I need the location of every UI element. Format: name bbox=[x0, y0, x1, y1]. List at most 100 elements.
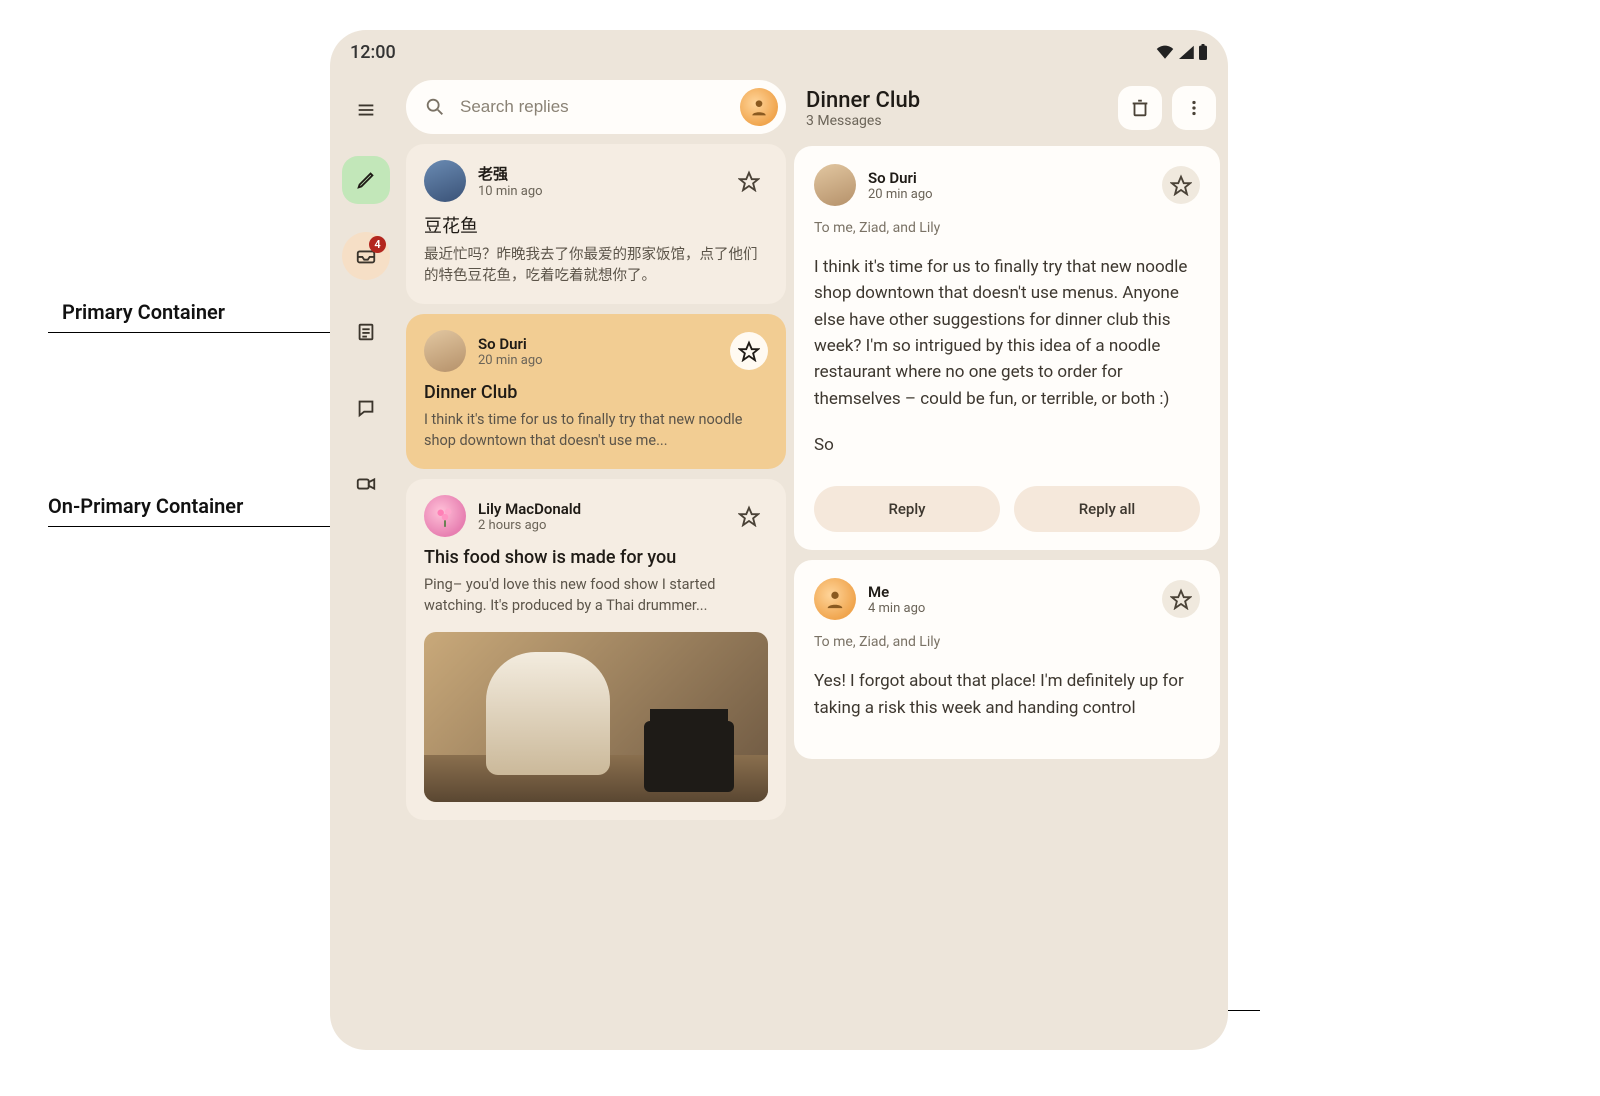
email-subject: 豆花鱼 bbox=[424, 212, 768, 238]
message-head: Me 4 min ago bbox=[814, 578, 1200, 620]
email-card-selected[interactable]: So Duri 20 min ago Dinner Club I think i… bbox=[406, 314, 786, 469]
email-head: 老强 10 min ago bbox=[424, 160, 768, 202]
star-icon bbox=[1170, 174, 1192, 196]
star-button[interactable] bbox=[730, 497, 768, 535]
sender-block: So Duri 20 min ago bbox=[478, 335, 718, 368]
reply-row: Reply Reply all bbox=[814, 486, 1200, 532]
star-icon bbox=[738, 170, 760, 192]
star-icon bbox=[1170, 588, 1192, 610]
message-card: Me 4 min ago To me, Ziad, and Lily Yes! … bbox=[794, 560, 1220, 759]
detail-header: Dinner Club 3 Messages bbox=[794, 80, 1220, 136]
message-time: 4 min ago bbox=[868, 601, 1150, 616]
annotation-primary: Primary Container bbox=[62, 300, 225, 324]
thread-subtitle: 3 Messages bbox=[806, 113, 1108, 129]
email-time: 2 hours ago bbox=[478, 518, 718, 533]
thread-title: Dinner Club bbox=[806, 88, 1108, 113]
app-body: 4 bbox=[330, 74, 1228, 1050]
email-preview: I think it's time for us to finally try … bbox=[424, 409, 768, 451]
star-button[interactable] bbox=[730, 162, 768, 200]
menu-button[interactable] bbox=[342, 92, 390, 128]
document-icon bbox=[355, 321, 377, 343]
scene-person bbox=[486, 652, 610, 774]
pencil-icon bbox=[355, 169, 377, 191]
status-time: 12:00 bbox=[350, 42, 396, 63]
nav-chat-button[interactable] bbox=[342, 384, 390, 432]
message-time: 20 min ago bbox=[868, 187, 1150, 202]
message-body: I think it's time for us to finally try … bbox=[814, 254, 1200, 478]
message-sender: Me bbox=[868, 583, 1150, 601]
star-button[interactable] bbox=[1162, 166, 1200, 204]
sender-name: So Duri bbox=[478, 335, 718, 353]
email-head: So Duri 20 min ago bbox=[424, 330, 768, 372]
chat-icon bbox=[355, 397, 377, 419]
profile-avatar[interactable] bbox=[740, 88, 778, 126]
person-icon bbox=[749, 97, 769, 117]
delete-button[interactable] bbox=[1118, 86, 1162, 130]
search-icon bbox=[424, 96, 446, 118]
sender-avatar[interactable] bbox=[424, 330, 466, 372]
message-sender-block: Me 4 min ago bbox=[868, 583, 1150, 616]
message-head: So Duri 20 min ago bbox=[814, 164, 1200, 206]
status-bar: 12:00 bbox=[330, 30, 1228, 74]
more-vert-icon bbox=[1183, 97, 1205, 119]
reply-button[interactable]: Reply bbox=[814, 486, 1000, 532]
inbox-badge: 4 bbox=[369, 236, 386, 253]
flowers-icon bbox=[432, 503, 458, 529]
email-image[interactable] bbox=[424, 632, 768, 802]
device-frame: 12:00 4 bbox=[330, 30, 1228, 1050]
scene-camera bbox=[644, 721, 733, 792]
message-signature: So bbox=[814, 432, 1200, 458]
sender-block: 老强 10 min ago bbox=[478, 163, 718, 199]
battery-icon bbox=[1198, 44, 1208, 60]
trash-icon bbox=[1129, 97, 1151, 119]
annotation-on-primary: On-Primary Container bbox=[48, 494, 243, 518]
email-subject: This food show is made for you bbox=[424, 547, 768, 568]
nav-inbox-button[interactable]: 4 bbox=[342, 232, 390, 280]
sender-name: Lily MacDonald bbox=[478, 500, 718, 518]
email-time: 20 min ago bbox=[478, 353, 718, 368]
message-avatar[interactable] bbox=[814, 578, 856, 620]
star-icon bbox=[738, 505, 760, 527]
signal-icon bbox=[1178, 45, 1194, 59]
star-icon bbox=[738, 340, 760, 362]
email-preview: 最近忙吗？昨晚我去了你最爱的那家饭馆，点了他们的特色豆花鱼，吃着吃着就想你了。 bbox=[424, 244, 768, 286]
annotation-on-primary-line-h bbox=[48, 526, 332, 527]
message-body-text: I think it's time for us to finally try … bbox=[814, 254, 1200, 412]
star-button[interactable] bbox=[730, 332, 768, 370]
more-button[interactable] bbox=[1172, 86, 1216, 130]
email-card[interactable]: 老强 10 min ago 豆花鱼 最近忙吗？昨晚我去了你最爱的那家饭馆，点了他… bbox=[406, 144, 786, 304]
message-sender: So Duri bbox=[868, 169, 1150, 187]
status-icons bbox=[1156, 44, 1208, 60]
sender-avatar[interactable] bbox=[424, 495, 466, 537]
nav-rail: 4 bbox=[334, 74, 398, 1050]
star-button[interactable] bbox=[1162, 580, 1200, 618]
sender-block: Lily MacDonald 2 hours ago bbox=[478, 500, 718, 533]
email-head: Lily MacDonald 2 hours ago bbox=[424, 495, 768, 537]
email-card[interactable]: Lily MacDonald 2 hours ago This food sho… bbox=[406, 479, 786, 820]
search-bar[interactable] bbox=[406, 80, 786, 134]
message-body: Yes! I forgot about that place! I'm defi… bbox=[814, 668, 1200, 741]
sender-name: 老强 bbox=[478, 163, 718, 184]
search-input[interactable] bbox=[460, 97, 726, 117]
detail-title-block: Dinner Club 3 Messages bbox=[806, 88, 1108, 129]
message-recipients: To me, Ziad, and Lily bbox=[814, 634, 1200, 650]
message-sender-block: So Duri 20 min ago bbox=[868, 169, 1150, 202]
email-preview: Ping– you'd love this new food show I st… bbox=[424, 574, 768, 616]
message-recipients: To me, Ziad, and Lily bbox=[814, 220, 1200, 236]
email-subject: Dinner Club bbox=[424, 382, 768, 403]
annotation-primary-line-h bbox=[48, 332, 332, 333]
nav-video-button[interactable] bbox=[342, 460, 390, 508]
wifi-icon bbox=[1156, 45, 1174, 59]
list-pane: 老强 10 min ago 豆花鱼 最近忙吗？昨晚我去了你最爱的那家饭馆，点了他… bbox=[406, 74, 786, 1050]
sender-avatar[interactable] bbox=[424, 160, 466, 202]
message-avatar[interactable] bbox=[814, 164, 856, 206]
compose-button[interactable] bbox=[342, 156, 390, 204]
hamburger-icon bbox=[355, 99, 377, 121]
message-body-text: Yes! I forgot about that place! I'm defi… bbox=[814, 668, 1200, 721]
message-card: So Duri 20 min ago To me, Ziad, and Lily… bbox=[794, 146, 1220, 550]
detail-pane: Dinner Club 3 Messages So Duri 20 min ag… bbox=[794, 74, 1220, 1050]
email-time: 10 min ago bbox=[478, 184, 718, 199]
video-icon bbox=[355, 473, 377, 495]
reply-all-button[interactable]: Reply all bbox=[1014, 486, 1200, 532]
nav-articles-button[interactable] bbox=[342, 308, 390, 356]
